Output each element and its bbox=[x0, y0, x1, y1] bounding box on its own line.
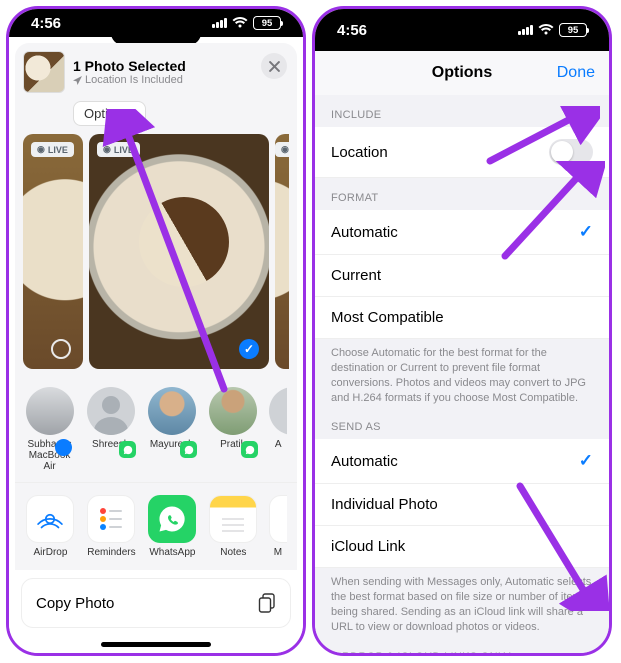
airdrop-icon bbox=[33, 502, 67, 536]
share-sheet-screen: 4:56 95 1 Photo Selected Location Is Inc… bbox=[6, 6, 306, 656]
close-button[interactable] bbox=[261, 53, 287, 79]
chevron-right-icon: › bbox=[132, 108, 136, 120]
selected-check-icon[interactable]: ✓ bbox=[239, 339, 259, 359]
contact-item[interactable]: Mayuresh bbox=[147, 387, 196, 472]
airdrop-badge-icon bbox=[55, 439, 72, 456]
contact-item[interactable]: Subham's MacBook Air bbox=[25, 387, 74, 472]
signal-icon bbox=[517, 22, 533, 39]
live-badge: ◉ LIVE bbox=[275, 142, 289, 157]
whatsapp-icon bbox=[157, 504, 187, 534]
row-format-compatible[interactable]: Most Compatible bbox=[315, 297, 609, 339]
checkmark-icon: ✓ bbox=[579, 451, 593, 471]
options-button[interactable]: Options › bbox=[73, 101, 146, 126]
contact-item[interactable]: Shreesh bbox=[86, 387, 135, 472]
photo-strip[interactable]: ◉ LIVE ◉ LIVE ✓ ◉ LIVE bbox=[23, 134, 289, 377]
row-sendas-individual[interactable]: Individual Photo bbox=[315, 484, 609, 526]
battery-icon: 95 bbox=[559, 23, 587, 37]
whatsapp-badge-icon bbox=[119, 441, 136, 458]
whatsapp-badge-icon bbox=[180, 441, 197, 458]
modal-title: Options bbox=[432, 64, 492, 82]
photo-item-selected[interactable]: ◉ LIVE ✓ bbox=[89, 134, 269, 369]
format-footer: Choose Automatic for the best format for… bbox=[315, 339, 609, 407]
notch bbox=[417, 21, 507, 45]
reminders-icon bbox=[96, 504, 126, 534]
app-more[interactable]: M bbox=[269, 495, 287, 558]
app-reminders[interactable]: Reminders bbox=[86, 495, 137, 558]
whatsapp-badge-icon bbox=[241, 441, 258, 458]
section-header-airdrop: AIRDROP & ICLOUD LINKS ONLY bbox=[315, 637, 609, 653]
modal-header: Options Done bbox=[315, 51, 609, 95]
options-screen: 4:56 95 Options Done INCLUDE Location FO… bbox=[312, 6, 612, 656]
app-airdrop[interactable]: AirDrop bbox=[25, 495, 76, 558]
status-time: 4:56 bbox=[31, 15, 61, 32]
notch bbox=[111, 21, 201, 45]
notes-icon bbox=[219, 516, 247, 534]
section-header-format: FORMAT bbox=[315, 178, 609, 210]
select-ring[interactable] bbox=[51, 339, 71, 359]
contacts-row[interactable]: Subham's MacBook Air Shreesh Mayuresh Pr… bbox=[15, 377, 297, 482]
contact-item[interactable]: A bbox=[269, 387, 287, 472]
wifi-icon bbox=[232, 17, 248, 29]
copy-photo-row[interactable]: Copy Photo bbox=[21, 578, 291, 628]
copy-icon bbox=[258, 593, 276, 613]
section-header-sendas: SEND AS bbox=[315, 407, 609, 439]
live-badge: ◉ LIVE bbox=[97, 142, 140, 157]
photo-item[interactable]: ◉ LIVE bbox=[275, 134, 289, 369]
app-whatsapp[interactable]: WhatsApp bbox=[147, 495, 198, 558]
home-indicator[interactable] bbox=[101, 642, 211, 647]
wifi-icon bbox=[538, 24, 554, 36]
row-format-automatic[interactable]: Automatic ✓ bbox=[315, 210, 609, 255]
sendas-footer: When sending with Messages only, Automat… bbox=[315, 568, 609, 636]
live-badge: ◉ LIVE bbox=[31, 142, 74, 157]
row-location[interactable]: Location bbox=[315, 127, 609, 178]
contact-item[interactable]: Pratik bbox=[208, 387, 257, 472]
location-arrow-icon bbox=[73, 76, 82, 85]
row-sendas-automatic[interactable]: Automatic ✓ bbox=[315, 439, 609, 484]
done-button[interactable]: Done bbox=[557, 64, 595, 82]
checkmark-icon: ✓ bbox=[579, 222, 593, 242]
battery-icon: 95 bbox=[253, 16, 281, 30]
row-sendas-icloud[interactable]: iCloud Link bbox=[315, 526, 609, 568]
selection-title: 1 Photo Selected bbox=[73, 58, 186, 74]
selection-thumbnail bbox=[23, 51, 65, 93]
row-format-current[interactable]: Current bbox=[315, 255, 609, 297]
signal-icon bbox=[211, 15, 227, 32]
photo-item[interactable]: ◉ LIVE bbox=[23, 134, 83, 369]
status-time: 4:56 bbox=[337, 22, 367, 39]
section-header-include: INCLUDE bbox=[315, 95, 609, 127]
location-toggle[interactable] bbox=[549, 139, 593, 165]
apps-row[interactable]: AirDrop Reminders WhatsApp Notes M bbox=[15, 482, 297, 570]
app-notes[interactable]: Notes bbox=[208, 495, 259, 558]
close-icon bbox=[269, 61, 280, 72]
selection-subtitle: Location Is Included bbox=[73, 74, 186, 86]
